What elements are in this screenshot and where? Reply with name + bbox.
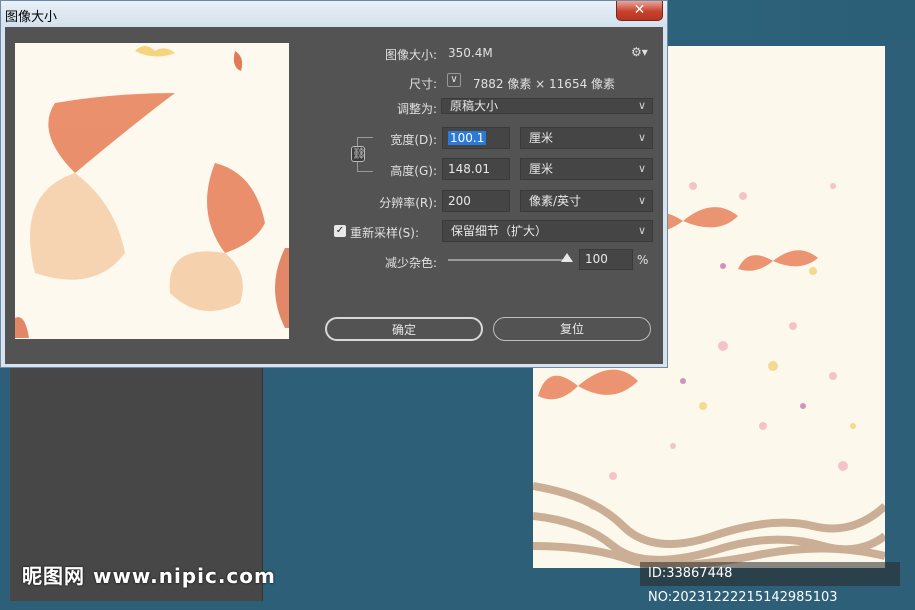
reset-button[interactable]: 复位 (493, 317, 651, 341)
resolution-input[interactable]: 200 (442, 190, 510, 212)
chevron-down-icon: ∨ (637, 194, 646, 207)
width-unit-select[interactable]: 厘米 ∨ (520, 127, 653, 149)
noise-input[interactable]: 100 (579, 249, 633, 270)
dimensions-label: 尺寸: (408, 77, 437, 91)
height-unit-select[interactable]: 厘米 ∨ (520, 158, 653, 180)
image-size-dialog: 图像大小 ✕ 图像大小: 350.4M ⚙▾ 尺寸: ∨ 7882 像素 × 1… (0, 0, 668, 368)
noise-unit: % (637, 253, 649, 267)
fit-to-value: 原稿大小 (450, 99, 499, 113)
fit-to-select[interactable]: 原稿大小 ∨ (441, 98, 653, 114)
width-value: 100.1 (448, 131, 487, 145)
resolution-value: 200 (448, 194, 471, 208)
resolution-label: 分辨率(R): (379, 196, 437, 210)
close-button[interactable]: ✕ (616, 1, 663, 21)
dimensions-value: 7882 像素 × 11654 像素 (473, 77, 616, 91)
chevron-down-icon: ∨ (637, 162, 646, 175)
resample-label: 重新采样(S): (350, 226, 420, 240)
image-size-value: 350.4M (448, 46, 493, 60)
noise-label: 减少杂色: (384, 256, 437, 270)
fit-to-label: 调整为: (396, 102, 437, 116)
width-unit: 厘米 (529, 131, 554, 145)
image-preview[interactable] (15, 43, 289, 339)
width-label: 宽度(D): (390, 133, 437, 147)
resample-value: 保留细节（扩大） (451, 224, 548, 238)
dialog-title: 图像大小 (5, 10, 58, 25)
resample-select[interactable]: 保留细节（扩大） ∨ (442, 220, 653, 242)
gear-icon[interactable]: ⚙▾ (631, 45, 648, 59)
noise-value: 100 (585, 252, 608, 266)
dimensions-dropdown-icon[interactable]: ∨ (447, 73, 461, 87)
chevron-down-icon: ∨ (637, 131, 646, 144)
chevron-down-icon: ∨ (637, 224, 646, 237)
ok-button[interactable]: 确定 (325, 317, 483, 341)
dialog-titlebar[interactable]: 图像大小 ✕ (1, 1, 667, 27)
chevron-down-icon: ∨ (637, 99, 646, 112)
butterfly-wing-upper (48, 93, 176, 173)
resample-checkbox[interactable]: ✓ (334, 225, 346, 237)
noise-slider-track[interactable] (448, 259, 571, 261)
height-label: 高度(G): (390, 164, 437, 178)
constrain-link-icon[interactable]: ⛓ (351, 146, 366, 162)
height-input[interactable]: 148.01 (442, 158, 510, 180)
height-unit: 厘米 (529, 162, 554, 176)
height-value: 148.01 (448, 162, 490, 176)
dialog-body: 图像大小: 350.4M ⚙▾ 尺寸: ∨ 7882 像素 × 11654 像素… (5, 27, 663, 364)
resolution-unit: 像素/英寸 (529, 194, 582, 208)
noise-slider-thumb[interactable] (561, 253, 573, 262)
preview-artwork (15, 46, 289, 338)
image-size-label: 图像大小: (384, 48, 437, 62)
width-input[interactable]: 100.1 (442, 127, 510, 149)
watermark-left: 昵图网 www.nipic.com (22, 564, 276, 588)
watermark-right: ID:33867448 NO:20231222215142985103 (640, 562, 900, 605)
resolution-unit-select[interactable]: 像素/英寸 ∨ (520, 190, 653, 212)
